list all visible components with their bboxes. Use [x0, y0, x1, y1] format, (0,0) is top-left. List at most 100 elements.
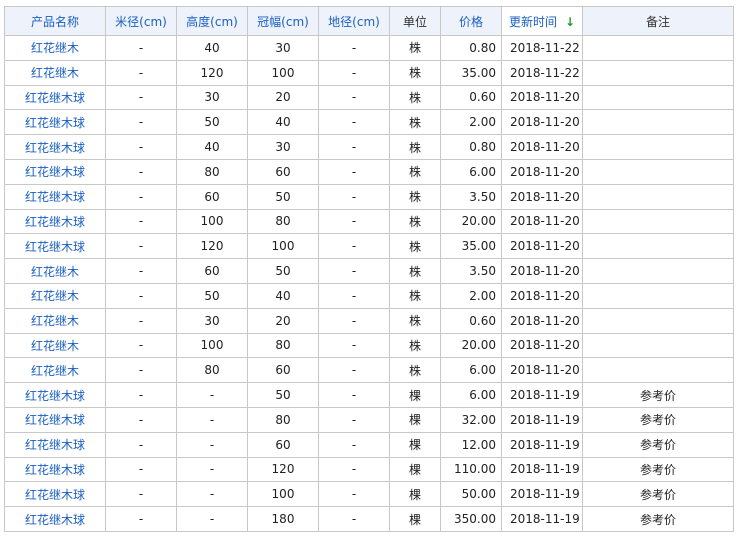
header-row: 产品名称 米径(cm) 高度(cm) 冠幅(cm) 地径(cm) 单位 价格 更…: [4, 6, 734, 36]
header-diameter[interactable]: 米径(cm): [105, 6, 177, 36]
cell-name: 红花继木球: [4, 84, 106, 111]
cell-crown: 40: [247, 282, 319, 309]
product-name-link[interactable]: 红花继木球: [25, 190, 85, 204]
cell-note: [582, 59, 734, 86]
product-name-link[interactable]: 红花继木球: [25, 240, 85, 254]
cell-height: 50: [176, 109, 248, 136]
cell-note: 参考价: [582, 382, 734, 408]
cell-name: 红花继木球: [4, 406, 106, 433]
cell-price: 2.00: [440, 282, 502, 309]
cell-note: [582, 332, 734, 359]
cell-updated: 2018-11-20: [501, 282, 583, 309]
cell-ground-diameter: -: [318, 357, 390, 384]
cell-diameter: -: [105, 208, 177, 235]
product-name-link[interactable]: 红花继木球: [25, 215, 85, 229]
product-name-link[interactable]: 红花继木: [31, 66, 79, 80]
cell-name: 红花继木: [4, 357, 106, 384]
cell-note: 参考价: [582, 481, 734, 508]
cell-height: 30: [176, 307, 248, 334]
cell-price: 3.50: [440, 258, 502, 284]
cell-unit: 株: [389, 258, 441, 284]
cell-ground-diameter: -: [318, 282, 390, 309]
header-price[interactable]: 价格: [440, 6, 502, 36]
cell-ground-diameter: -: [318, 456, 390, 483]
cell-height: 100: [176, 332, 248, 359]
cell-ground-diameter: -: [318, 134, 390, 160]
cell-ground-diameter: -: [318, 183, 390, 210]
cell-crown: 80: [247, 406, 319, 433]
header-updated[interactable]: 更新时间 ↓: [501, 6, 583, 36]
product-name-link[interactable]: 红花继木: [31, 41, 79, 55]
cell-height: 30: [176, 84, 248, 111]
cell-note: [582, 258, 734, 284]
product-name-link[interactable]: 红花继木球: [25, 141, 85, 155]
cell-ground-diameter: -: [318, 382, 390, 408]
cell-name: 红花继木球: [4, 382, 106, 408]
cell-note: 参考价: [582, 431, 734, 458]
cell-ground-diameter: -: [318, 208, 390, 235]
cell-name: 红花继木球: [4, 431, 106, 458]
cell-note: [582, 35, 734, 61]
cell-note: [582, 208, 734, 235]
cell-note: [582, 233, 734, 260]
product-name-link[interactable]: 红花继木球: [25, 91, 85, 105]
product-name-link[interactable]: 红花继木: [31, 289, 79, 303]
cell-height: -: [176, 506, 248, 532]
product-name-link[interactable]: 红花继木球: [25, 116, 85, 130]
cell-name: 红花继木: [4, 332, 106, 359]
cell-ground-diameter: -: [318, 158, 390, 185]
product-name-link[interactable]: 红花继木: [31, 339, 79, 353]
cell-unit: 株: [389, 233, 441, 260]
cell-name: 红花继木球: [4, 109, 106, 136]
header-height[interactable]: 高度(cm): [176, 6, 248, 36]
cell-crown: 30: [247, 134, 319, 160]
cell-ground-diameter: -: [318, 59, 390, 86]
cell-note: [582, 109, 734, 136]
table-row: 红花继木 -40 30- 株 0.80 2018-11-22: [4, 35, 734, 61]
header-ground-diameter[interactable]: 地径(cm): [318, 6, 390, 36]
table-row: 红花继木 -30 20- 株 0.60 2018-11-20: [4, 307, 734, 334]
cell-price: 20.00: [440, 208, 502, 235]
cell-diameter: -: [105, 431, 177, 458]
cell-height: -: [176, 481, 248, 508]
cell-diameter: -: [105, 134, 177, 160]
product-name-link[interactable]: 红花继木球: [25, 438, 85, 452]
cell-price: 2.00: [440, 109, 502, 136]
cell-price: 3.50: [440, 183, 502, 210]
cell-crown: 100: [247, 233, 319, 260]
cell-height: 120: [176, 59, 248, 86]
cell-diameter: -: [105, 282, 177, 309]
cell-diameter: -: [105, 84, 177, 111]
cell-diameter: -: [105, 357, 177, 384]
cell-name: 红花继木: [4, 307, 106, 334]
table-row: 红花继木球 -60 50- 株 3.50 2018-11-20: [4, 183, 734, 210]
header-name[interactable]: 产品名称: [4, 6, 106, 36]
table-row: 红花继木球 - -100- 棵 50.00 2018-11-19 参考价: [4, 481, 734, 508]
product-name-link[interactable]: 红花继木: [31, 314, 79, 328]
cell-name: 红花继木: [4, 35, 106, 61]
cell-crown: 100: [247, 481, 319, 508]
cell-price: 0.60: [440, 307, 502, 334]
cell-diameter: -: [105, 406, 177, 433]
product-name-link[interactable]: 红花继木球: [25, 463, 85, 477]
product-name-link[interactable]: 红花继木球: [25, 513, 85, 527]
product-name-link[interactable]: 红花继木球: [25, 165, 85, 179]
cell-ground-diameter: -: [318, 258, 390, 284]
cell-crown: 60: [247, 158, 319, 185]
cell-crown: 30: [247, 35, 319, 61]
product-name-link[interactable]: 红花继木球: [25, 488, 85, 502]
cell-price: 6.00: [440, 158, 502, 185]
product-name-link[interactable]: 红花继木: [31, 364, 79, 378]
cell-diameter: -: [105, 158, 177, 185]
cell-unit: 株: [389, 134, 441, 160]
product-name-link[interactable]: 红花继木球: [25, 413, 85, 427]
product-name-link[interactable]: 红花继木: [31, 265, 79, 279]
cell-price: 20.00: [440, 332, 502, 359]
cell-unit: 棵: [389, 481, 441, 508]
table-row: 红花继木球 -30 20- 株 0.60 2018-11-20: [4, 84, 734, 111]
table-row: 红花继木 -60 50- 株 3.50 2018-11-20: [4, 258, 734, 284]
header-crown[interactable]: 冠幅(cm): [247, 6, 319, 36]
product-name-link[interactable]: 红花继木球: [25, 389, 85, 403]
cell-unit: 棵: [389, 382, 441, 408]
cell-name: 红花继木: [4, 282, 106, 309]
